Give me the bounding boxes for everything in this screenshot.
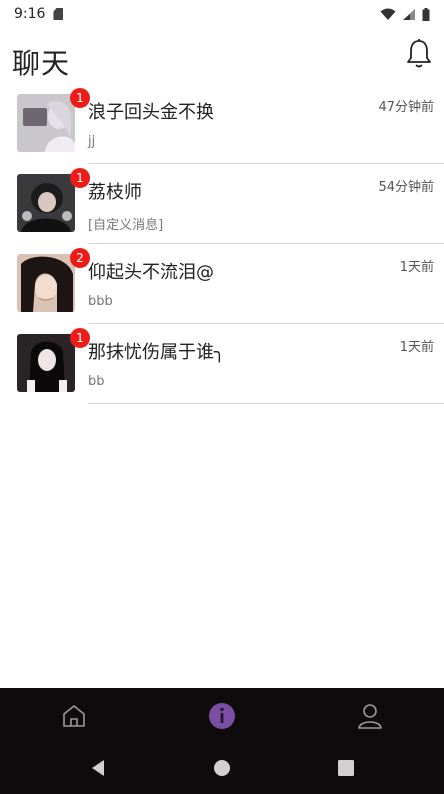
- divider: [88, 323, 444, 324]
- divider: [88, 243, 444, 244]
- chat-preview: bbb: [88, 294, 113, 309]
- divider: [88, 163, 444, 164]
- chat-list: 1 浪子回头金不换 47分钟前 jj 1 荔枝师 54分钟前 [自定义消息] 2…: [0, 88, 444, 410]
- chat-preview: [自定义消息]: [88, 218, 164, 233]
- page-title: 聊天: [12, 47, 71, 80]
- status-bar: 9:16: [0, 0, 444, 28]
- sd-card-icon: [53, 8, 64, 20]
- avatar-image: [17, 254, 75, 312]
- chat-item[interactable]: 2 仰起头不流泪@ 1天前 bbb: [0, 248, 444, 330]
- person-icon[interactable]: [356, 702, 384, 730]
- avatar-image: [17, 94, 75, 152]
- chat-time: 1天前: [399, 340, 434, 355]
- info-icon[interactable]: [208, 702, 236, 730]
- chat-item[interactable]: 1 那抹忧伤属于谁╮ 1天前 bb: [0, 328, 444, 410]
- chat-time: 54分钟前: [378, 180, 434, 195]
- chat-item[interactable]: 1 荔枝师 54分钟前 [自定义消息]: [0, 168, 444, 250]
- status-left: 9:16: [14, 6, 64, 22]
- unread-badge: 1: [70, 168, 90, 188]
- signal-icon: [403, 8, 415, 20]
- wifi-icon: [380, 8, 396, 20]
- avatar: [17, 94, 75, 152]
- home-icon[interactable]: [60, 702, 88, 730]
- chat-time: 47分钟前: [378, 100, 434, 115]
- status-icons: [380, 7, 430, 21]
- back-icon[interactable]: [88, 758, 108, 778]
- chat-preview: jj: [88, 134, 96, 149]
- home-circle-icon[interactable]: [212, 758, 232, 778]
- unread-badge: 1: [70, 88, 90, 108]
- unread-badge: 1: [70, 328, 90, 348]
- chat-name: 那抹忧伤属于谁╮: [88, 342, 225, 363]
- battery-icon: [422, 7, 430, 21]
- status-time: 9:16: [14, 6, 46, 22]
- avatar: [17, 254, 75, 312]
- bottom-nav: [0, 688, 444, 794]
- header: 聊天: [0, 36, 444, 86]
- bell-icon[interactable]: [404, 38, 434, 70]
- avatar: [17, 174, 75, 232]
- recents-icon[interactable]: [336, 758, 356, 778]
- avatar-image: [17, 334, 75, 392]
- avatar-image: [17, 174, 75, 232]
- chat-name: 仰起头不流泪@: [88, 262, 214, 283]
- chat-time: 1天前: [399, 260, 434, 275]
- unread-badge: 2: [70, 248, 90, 268]
- avatar: [17, 334, 75, 392]
- chat-preview: bb: [88, 374, 105, 389]
- chat-name: 浪子回头金不换: [88, 102, 214, 123]
- chat-item[interactable]: 1 浪子回头金不换 47分钟前 jj: [0, 88, 444, 170]
- chat-name: 荔枝师: [88, 182, 142, 203]
- divider: [88, 403, 444, 404]
